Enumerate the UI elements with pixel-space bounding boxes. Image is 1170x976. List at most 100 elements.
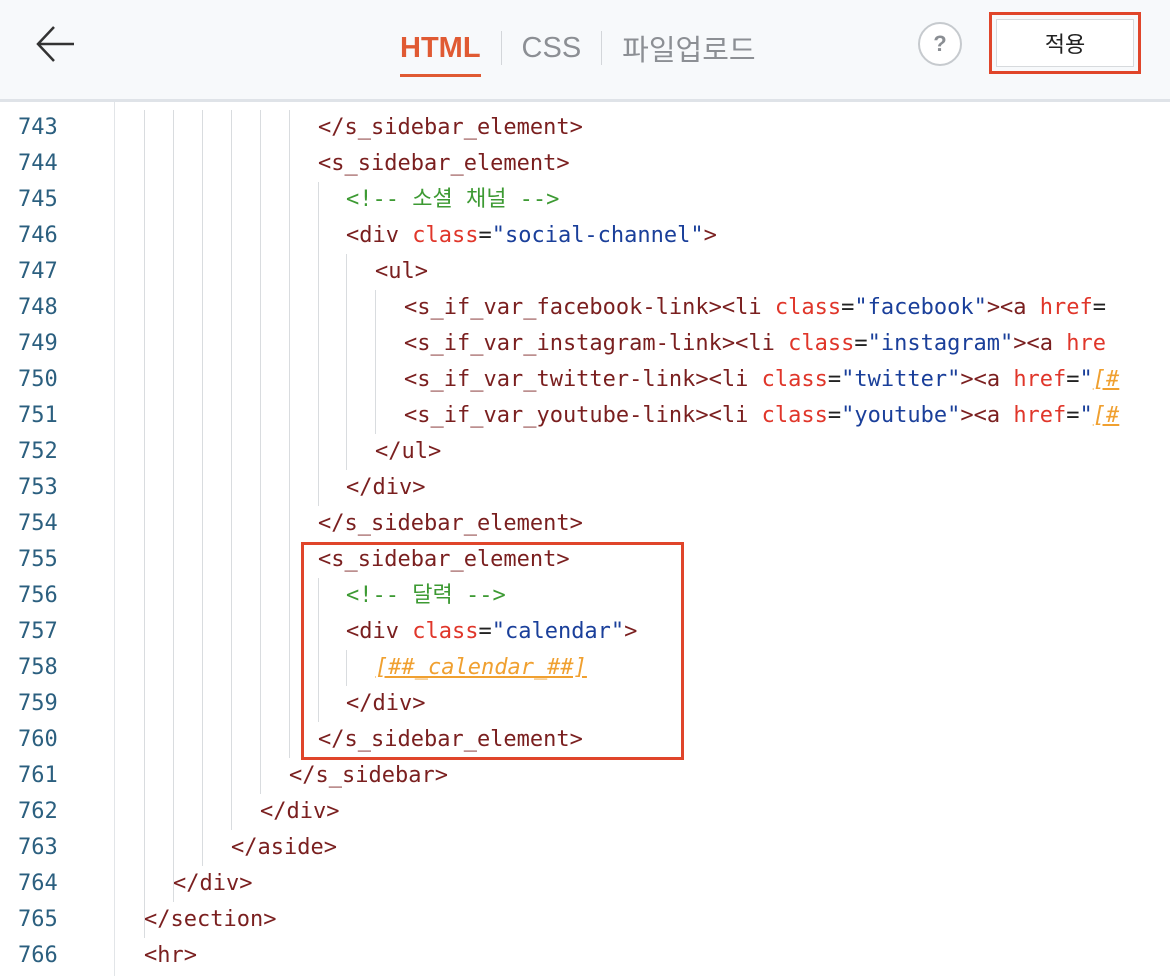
line-number: 752	[18, 439, 58, 464]
code-text: <ul>	[375, 254, 428, 290]
code-text: <s_if_var_instagram-link><li class="inst…	[404, 326, 1106, 362]
code-token-plain: =	[1092, 295, 1107, 320]
code-token-attr: class	[788, 331, 855, 356]
code-text: <s_if_var_twitter-link><li class="twitte…	[404, 362, 1119, 398]
code-token-str: "social-channel"	[491, 223, 704, 248]
code-line[interactable]: 762 </div>	[0, 794, 1170, 830]
tab-html[interactable]: HTML	[400, 32, 481, 77]
line-number: 754	[18, 511, 58, 536]
code-line[interactable]: 743 </s_sidebar_element>	[0, 110, 1170, 146]
code-line[interactable]: 766 <hr>	[0, 938, 1170, 974]
code-line[interactable]: 750 <s_if_var_twitter-link><li class="twi…	[0, 362, 1170, 398]
code-text: </aside>	[231, 830, 337, 866]
code-line[interactable]: 748 <s_if_var_facebook-link><li class="fa…	[0, 290, 1170, 326]
code-token-cmt: <!-- 소셜 채널 -->	[346, 187, 560, 212]
code-line[interactable]: 746 <div class="social-channel">	[0, 218, 1170, 254]
code-token-tag: </s_sidebar_element>	[318, 115, 583, 140]
indent-guide	[173, 110, 174, 902]
code-text: <div class="social-channel">	[346, 218, 717, 254]
code-token-tag: <s_if_var_facebook-link><li	[404, 295, 775, 320]
help-icon[interactable]: ?	[918, 22, 962, 66]
code-token-tag: </div>	[260, 799, 340, 824]
indent-guide	[202, 110, 203, 866]
code-line[interactable]: 745 <!-- 소셜 채널 -->	[0, 182, 1170, 218]
code-line[interactable]: 752 </ul>	[0, 434, 1170, 470]
indent-guide	[289, 110, 290, 758]
code-token-tag: <hr>	[144, 943, 197, 968]
code-token-attr: hre	[1066, 331, 1107, 356]
code-token-attr: href	[1039, 295, 1093, 320]
code-token-str: "instagram"	[867, 331, 1014, 356]
code-token-str: "facebook"	[854, 295, 987, 320]
code-line[interactable]: 765 </section>	[0, 902, 1170, 938]
tab-css[interactable]: CSS	[522, 32, 582, 65]
line-number: 743	[18, 115, 58, 140]
code-line[interactable]: 761 </s_sidebar>	[0, 758, 1170, 794]
code-text: </ul>	[375, 434, 441, 470]
code-token-plain: =	[827, 403, 842, 428]
code-token-tag: <s_sidebar_element>	[318, 151, 570, 176]
code-text: </section>	[144, 902, 276, 938]
code-token-tag: </section>	[144, 907, 277, 932]
code-token-attr: href	[1013, 367, 1067, 392]
line-number: 757	[18, 619, 58, 644]
indent-guide	[144, 110, 145, 938]
code-token-tag: ><a	[960, 403, 1014, 428]
tab-divider	[500, 31, 502, 65]
line-number: 746	[18, 223, 58, 248]
code-text: </div>	[173, 866, 252, 902]
code-line[interactable]: 751 <s_if_var_youtube-link><li class="you…	[0, 398, 1170, 434]
code-token-tpl: [#	[1092, 367, 1120, 392]
code-token-plain: =	[1066, 367, 1080, 392]
line-number: 744	[18, 151, 58, 176]
code-token-plain: =	[478, 223, 492, 248]
code-token-tpl: [#	[1092, 403, 1120, 428]
code-text: <hr>	[144, 938, 197, 974]
code-line[interactable]: 744 <s_sidebar_element>	[0, 146, 1170, 182]
code-token-tag: <s_if_var_instagram-link><li	[404, 331, 789, 356]
code-line[interactable]: 747 <ul>	[0, 254, 1170, 290]
code-line[interactable]: 753 </div>	[0, 470, 1170, 506]
code-text: <s_if_var_facebook-link><li class="faceb…	[404, 290, 1106, 326]
line-number: 766	[18, 943, 58, 968]
code-text: <s_sidebar_element>	[318, 146, 570, 182]
back-arrow-icon[interactable]	[34, 22, 78, 66]
code-token-tag: </ul>	[375, 439, 442, 464]
code-token-tag: </div>	[173, 871, 253, 896]
tab-file-upload[interactable]: 파일업로드	[622, 27, 755, 69]
indent-guide	[260, 110, 261, 794]
code-token-attr: class	[761, 403, 828, 428]
code-token-str: "	[1079, 367, 1093, 392]
code-text: </s_sidebar>	[289, 758, 448, 794]
code-line[interactable]: 764 </div>	[0, 866, 1170, 902]
code-token-plain: =	[1066, 403, 1080, 428]
code-editor[interactable]: 743 </s_sidebar_element> 744 <s_sidebar_ele…	[0, 102, 1170, 976]
code-text: <s_if_var_youtube-link><li class="youtub…	[404, 398, 1119, 434]
code-token-str: "	[1079, 403, 1093, 428]
indent-guide	[346, 254, 347, 470]
line-number: 759	[18, 691, 58, 716]
code-line[interactable]: 749 <s_if_var_instagram-link><li class="i…	[0, 326, 1170, 362]
line-number: 755	[18, 547, 58, 572]
code-token-str: "twitter"	[841, 367, 961, 392]
line-number: 761	[18, 763, 58, 788]
code-token-tag: ><a	[960, 367, 1014, 392]
code-line[interactable]: 754 </s_sidebar_element>	[0, 506, 1170, 542]
code-token-attr: class	[761, 367, 828, 392]
code-token-str: "youtube"	[841, 403, 961, 428]
code-text: </s_sidebar_element>	[318, 110, 583, 146]
line-number: 763	[18, 835, 58, 860]
code-line[interactable]: 763 </aside>	[0, 830, 1170, 866]
line-number: 756	[18, 583, 58, 608]
line-number: 748	[18, 295, 58, 320]
apply-button[interactable]: 적용	[996, 19, 1134, 67]
code-text: </s_sidebar_element>	[318, 506, 583, 542]
code-token-attr: class	[412, 223, 479, 248]
line-number: 765	[18, 907, 58, 932]
code-text: <!-- 소셜 채널 -->	[346, 182, 559, 218]
code-token-plain: =	[827, 367, 842, 392]
indent-guide	[318, 182, 319, 506]
code-token-plain: =	[841, 295, 855, 320]
code-text: </div>	[346, 470, 425, 506]
line-number: 764	[18, 871, 58, 896]
